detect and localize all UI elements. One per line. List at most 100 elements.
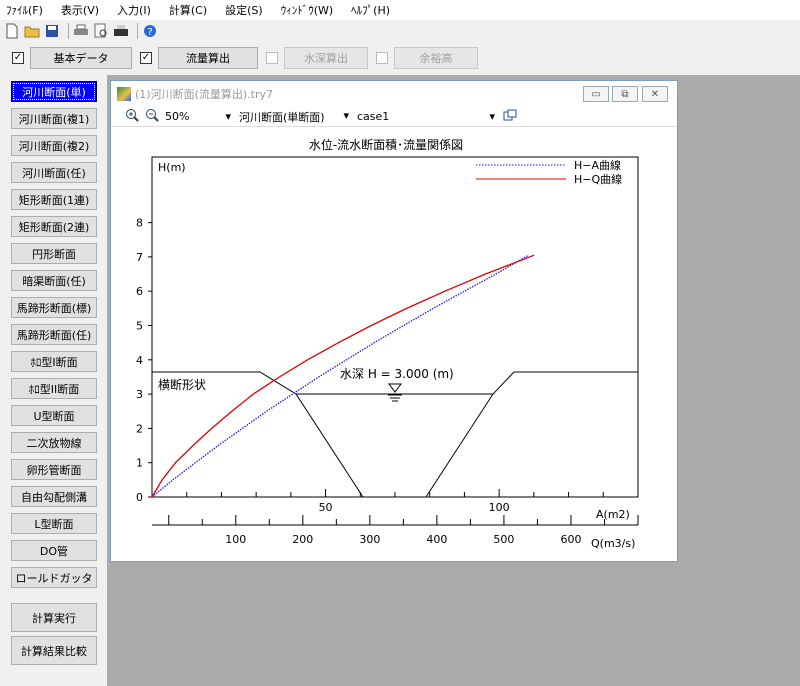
menu-item[interactable]: 設定(S) xyxy=(225,2,263,18)
zoom-value: 50% xyxy=(165,110,190,123)
sidebar-item[interactable]: 河川断面(複1) xyxy=(11,108,97,129)
app-icon xyxy=(117,87,131,101)
print-icon[interactable] xyxy=(73,23,89,39)
flow-tick-label: 300 xyxy=(359,533,380,546)
zoom-out-icon[interactable] xyxy=(145,108,159,125)
help-icon[interactable]: ? xyxy=(142,23,158,39)
flow-calc-button[interactable]: 流量算出 xyxy=(158,47,258,69)
basic-data-button[interactable]: 基本データ xyxy=(30,47,132,69)
sidebar-item[interactable]: 暗渠断面(任) xyxy=(11,270,97,291)
svg-text:?: ? xyxy=(147,27,152,38)
flow-calc-checkbox[interactable]: ✓ xyxy=(140,52,152,64)
case-select[interactable]: case1 ▾ xyxy=(357,110,495,123)
water-level-marker-icon xyxy=(388,383,402,393)
section-type-value: 河川断面(単断面) xyxy=(239,110,325,124)
basic-data-checkbox[interactable]: ✓ xyxy=(12,52,24,64)
sidebar-item[interactable]: 自由勾配側溝 xyxy=(11,486,97,507)
y-tick-label: 5 xyxy=(136,320,143,333)
area-tick-label: 50 xyxy=(319,501,333,514)
menu-item[interactable]: 入力(I) xyxy=(117,2,151,18)
save-icon[interactable] xyxy=(44,23,60,39)
restore-button[interactable]: ⧉ xyxy=(612,86,638,102)
zoom-select[interactable]: 50% ▾ xyxy=(165,110,231,123)
sidebar-item[interactable]: 卵形管断面 xyxy=(11,459,97,480)
sidebar-item[interactable]: U型断面 xyxy=(11,405,97,426)
copy-window-icon[interactable] xyxy=(503,109,517,124)
y-tick-label: 4 xyxy=(136,354,143,367)
plot-frame xyxy=(151,156,639,498)
menu-item[interactable]: ﾍﾙﾌﾟ(H) xyxy=(351,2,390,18)
sidebar-item[interactable]: ﾎﾛ型II断面 xyxy=(11,378,97,399)
flow-tick-label: 400 xyxy=(426,533,447,546)
minimize-button[interactable]: ▭ xyxy=(583,86,609,102)
y-tick-label: 1 xyxy=(136,457,143,470)
menu-item[interactable]: ｳｨﾝﾄﾞｳ(W) xyxy=(281,2,333,18)
sidebar-item[interactable]: ﾎﾛ型I断面 xyxy=(11,351,97,372)
menu-item[interactable]: ﾌｧｲﾙ(F) xyxy=(6,2,43,18)
flow-tick-label: 100 xyxy=(225,533,246,546)
mode-bar: ✓ 基本データ ✓ 流量算出 水深算出 余裕高 xyxy=(0,43,800,73)
legend-label-ha: H−A曲線 xyxy=(574,158,621,172)
toolbar-separator xyxy=(137,23,138,39)
compare-results-button[interactable]: 計算結果比較 xyxy=(11,636,97,665)
depth-calc-checkbox[interactable] xyxy=(266,52,278,64)
freeboard-button[interactable]: 余裕高 xyxy=(394,47,478,69)
menu-bar: ﾌｧｲﾙ(F) 表示(V) 入力(I) 計算(C) 設定(S) ｳｨﾝﾄﾞｳ(W) ﾍﾙﾌﾟ… xyxy=(0,0,800,20)
sidebar-item[interactable]: 円形断面 xyxy=(11,243,97,264)
sidebar-item[interactable]: DO管 xyxy=(11,540,97,561)
case-value: case1 xyxy=(357,110,390,123)
depth-calc-button[interactable]: 水深算出 xyxy=(284,47,368,69)
toolbar-separator xyxy=(68,23,69,39)
cross-section-label: 横断形状 xyxy=(158,377,206,392)
toolbar: ? xyxy=(0,20,800,42)
sidebar-item[interactable]: L型断面 xyxy=(11,513,97,534)
sidebar-item[interactable]: 河川断面(複2) xyxy=(11,135,97,156)
y-axis-label: H(m) xyxy=(158,161,186,174)
open-folder-icon[interactable] xyxy=(24,23,40,39)
flow-tick-label: 600 xyxy=(560,533,581,546)
window-toolbar: 50% ▾ 河川断面(単断面) ▾ case1 ▾ xyxy=(111,107,677,127)
zoom-in-icon[interactable] xyxy=(125,108,139,125)
window-title: (1)河川断面(流量算出).try7 xyxy=(135,88,274,101)
printer-setup-icon[interactable] xyxy=(113,23,129,39)
y-tick-label: 6 xyxy=(136,285,143,298)
menu-item[interactable]: 表示(V) xyxy=(61,2,99,18)
sidebar-item[interactable]: 河川断面(任) xyxy=(11,162,97,183)
new-file-icon[interactable] xyxy=(4,23,20,39)
print-preview-icon[interactable] xyxy=(93,23,109,39)
sidebar-item[interactable]: 矩形断面(1連) xyxy=(11,189,97,210)
sidebar-item[interactable]: 二次放物線 xyxy=(11,432,97,453)
legend-label-hq: H−Q曲線 xyxy=(574,172,622,186)
y-tick-label: 0 xyxy=(136,491,143,504)
cross-section-right-bank xyxy=(425,371,638,498)
y-tick-label: 3 xyxy=(136,388,143,401)
water-depth-label: 水深 H = 3.000 (m) xyxy=(340,367,454,381)
chart-title: 水位-流水断面積･流量関係図 xyxy=(309,137,463,152)
chevron-down-icon: ▾ xyxy=(343,108,349,122)
y-tick-label: 7 xyxy=(136,251,143,264)
sidebar-item[interactable]: 馬蹄形断面(標) xyxy=(11,297,97,318)
y-tick-label: 8 xyxy=(136,217,143,230)
area-axis-label: A(m2) xyxy=(596,508,630,521)
section-type-sidebar: 河川断面(単) 河川断面(複1) 河川断面(複2) 河川断面(任) 矩形断面(1連) 矩形… xyxy=(0,75,107,686)
section-window[interactable]: (1)河川断面(流量算出).try7 ▭ ⧉ ✕ 50% ▾ 河川断面(単断面) ▾… xyxy=(110,80,678,562)
y-tick-label: 2 xyxy=(136,422,143,435)
run-calculation-button[interactable]: 計算実行 xyxy=(11,603,97,632)
close-button[interactable]: ✕ xyxy=(642,86,668,102)
flow-axis-label: Q(m3/s) xyxy=(591,537,635,550)
sidebar-item[interactable]: 馬蹄形断面(任) xyxy=(11,324,97,345)
section-type-select[interactable]: 河川断面(単断面) ▾ xyxy=(239,109,349,125)
menu-item[interactable]: 計算(C) xyxy=(169,2,207,18)
chart-area: 水位-流水断面積･流量関係図 H(m) A(m2) Q(m3/s) H−A曲線 … xyxy=(118,131,671,553)
flow-tick-label: 500 xyxy=(493,533,514,546)
sidebar-item[interactable]: ロールドガッタ xyxy=(11,567,97,588)
chevron-down-icon: ▾ xyxy=(489,110,495,123)
flow-tick-label: 200 xyxy=(292,533,313,546)
sidebar-item[interactable]: 矩形断面(2連) xyxy=(11,216,97,237)
sidebar-item[interactable]: 河川断面(単) xyxy=(11,81,97,102)
freeboard-checkbox[interactable] xyxy=(376,52,388,64)
window-titlebar[interactable]: (1)河川断面(流量算出).try7 ▭ ⧉ ✕ xyxy=(111,81,677,107)
hq-chart: 水位-流水断面積･流量関係図 H(m) A(m2) Q(m3/s) H−A曲線 … xyxy=(136,137,639,550)
area-tick-label: 100 xyxy=(489,501,510,514)
chevron-down-icon: ▾ xyxy=(225,110,231,123)
